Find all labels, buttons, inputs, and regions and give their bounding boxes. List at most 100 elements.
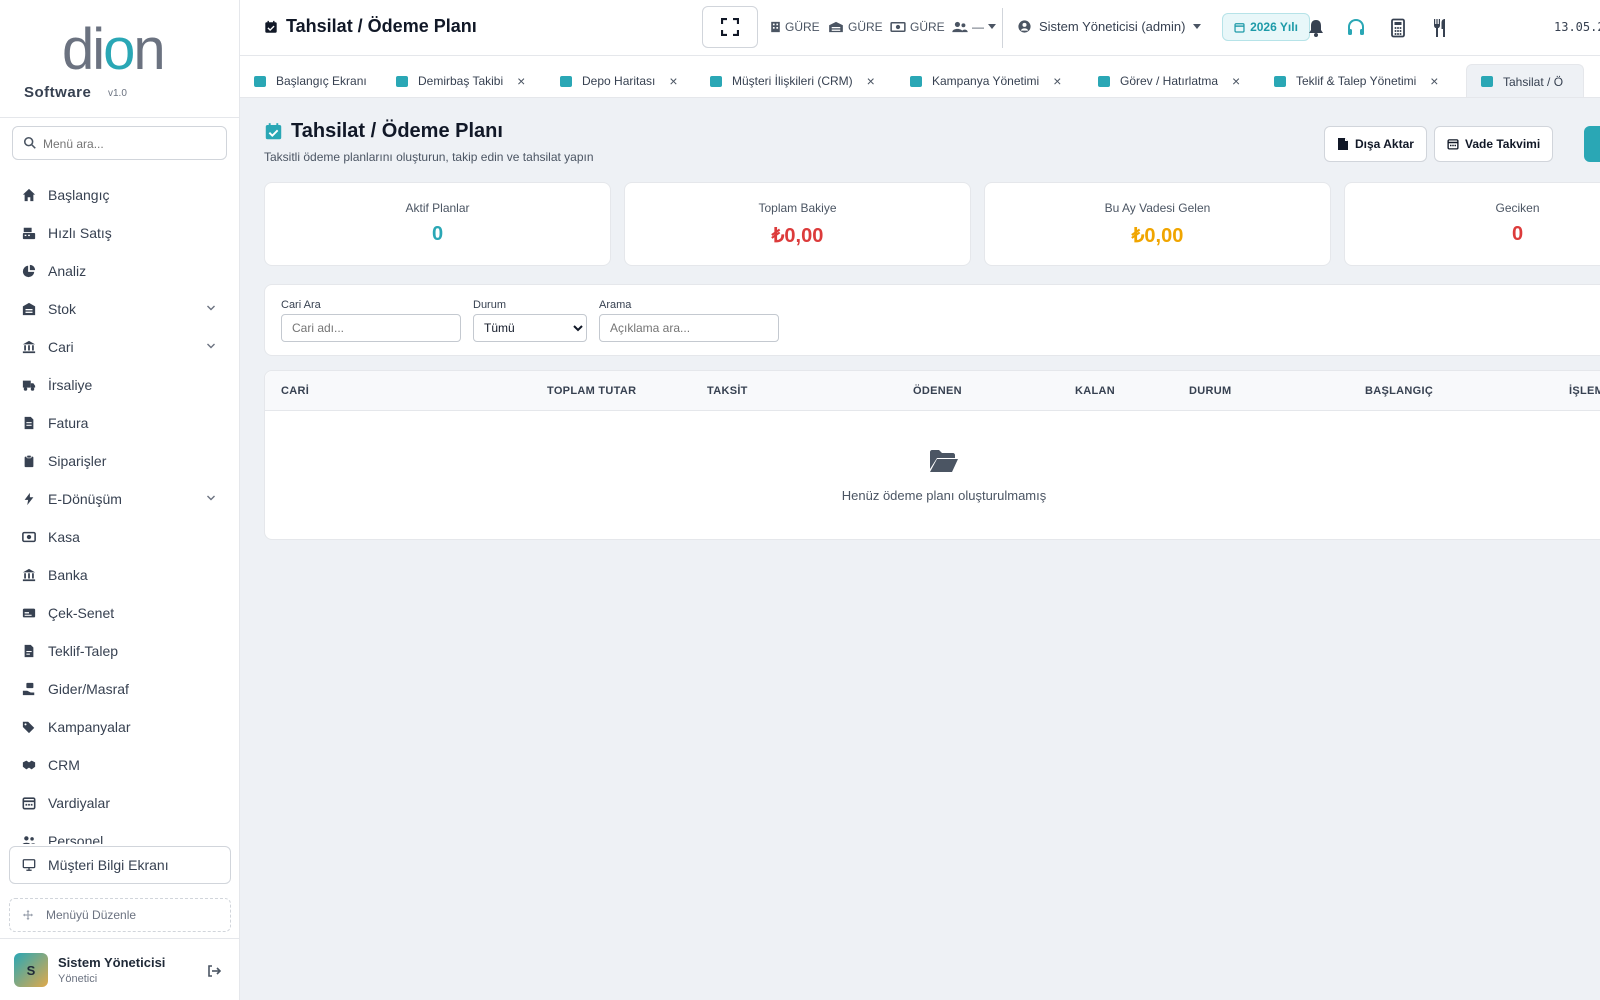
tab-strip: Başlangıç Ekranı Demirbaş Takibi × Depo Har… [240, 56, 1600, 98]
user-menu-label: Sistem Yöneticisi (admin) [1039, 19, 1186, 34]
stat-value: ₺0,00 [1131, 225, 1184, 247]
user-menu[interactable]: Sistem Yöneticisi (admin) [1018, 19, 1209, 34]
sidebar-item-label: Fatura [48, 415, 89, 431]
sidebar-item-analiz[interactable]: Analiz [0, 252, 240, 290]
sidebar-item-i-rsaliye[interactable]: İrsaliye [0, 366, 240, 404]
tab-close-icon[interactable]: × [669, 73, 677, 89]
sidebar-item-siparişler[interactable]: Siparişler [0, 442, 240, 480]
tab-page-icon [1274, 75, 1286, 87]
sidebar-menu: Başlangıç Hızlı Satış Analiz Stok Cari İrsali… [0, 176, 240, 844]
tab-5[interactable]: Görev / Hatırlatma × [1098, 64, 1240, 97]
tags-icon [22, 721, 35, 734]
pie-chart-icon [22, 264, 36, 278]
tab-4[interactable]: Kampanya Yönetimi × [910, 64, 1061, 97]
cash-icon [890, 21, 906, 33]
column-header[interactable]: CARİ [281, 385, 309, 397]
tab-page-icon [910, 75, 922, 87]
search-icon [23, 136, 36, 149]
register-selector[interactable]: GÜRE [890, 20, 945, 34]
calendar-check-icon [265, 20, 277, 33]
tab-1[interactable]: Demirbaş Takibi × [396, 64, 525, 97]
menu-search-input[interactable] [43, 134, 218, 154]
column-header[interactable]: ÖDENEN [913, 385, 962, 397]
sidebar-item-hızlı-satış[interactable]: Hızlı Satış [0, 214, 240, 252]
tab-7[interactable]: Tahsilat / Ö [1466, 64, 1585, 97]
tab-page-icon [1098, 75, 1110, 87]
status-select[interactable]: Tümü [473, 314, 587, 342]
column-header[interactable]: BAŞLANGIÇ [1365, 385, 1433, 397]
sidebar-item-çek-senet[interactable]: Çek-Senet [0, 594, 240, 632]
staff-selector[interactable]: — [952, 20, 1000, 34]
sidebar-item-fatura[interactable]: Fatura [0, 404, 240, 442]
fullscreen-button[interactable] [702, 6, 758, 48]
logo[interactable]: dion Software v1.0 [0, 0, 240, 118]
customer-screen-button[interactable]: Müşteri Bilgi Ekranı [9, 846, 231, 884]
sidebar-item-banka[interactable]: Banka [0, 556, 240, 594]
chevron-down-icon[interactable] [206, 493, 216, 503]
calendar-icon [22, 797, 36, 810]
column-header[interactable]: TOPLAM TUTAR [547, 385, 636, 397]
description-search-input[interactable] [599, 314, 779, 342]
staff-selector-value: — [972, 20, 984, 34]
tab-close-icon[interactable]: × [867, 73, 875, 89]
edit-menu-button[interactable]: Menüyü Düzenle [9, 898, 231, 932]
due-calendar-button[interactable]: Vade Takvimi [1434, 126, 1554, 162]
avatar[interactable]: S [14, 953, 48, 987]
export-button[interactable]: Dışa Aktar [1324, 126, 1427, 162]
user-name: Sistem Yöneticisi [58, 955, 166, 970]
new-plan-button[interactable] [1584, 126, 1600, 162]
warehouse-selector[interactable]: GÜRE [828, 20, 883, 34]
stat-label: Bu Ay Vadesi Gelen [1104, 201, 1211, 215]
column-header[interactable]: İŞLEM [1569, 385, 1600, 397]
tab-close-icon[interactable]: × [1430, 73, 1438, 89]
sidebar-item-label: Siparişler [48, 453, 107, 469]
tab-6[interactable]: Teklif & Talep Yönetimi × [1274, 64, 1438, 97]
version-label: v1.0 [108, 88, 127, 99]
sidebar-item-kasa[interactable]: Kasa [0, 518, 240, 556]
headset-icon[interactable] [1346, 18, 1366, 38]
tab-close-icon[interactable]: × [1053, 73, 1061, 89]
chevron-down-icon[interactable] [206, 341, 216, 351]
sidebar-item-crm[interactable]: CRM [0, 746, 240, 784]
tab-3[interactable]: Müşteri İlişkileri (CRM) × [710, 64, 875, 97]
tab-0[interactable]: Başlangıç Ekranı [254, 64, 367, 97]
table-header: CARİ TOPLAM TUTAR TAKSİT ÖDENEN KALAN DU… [265, 371, 1600, 411]
user-panel: S Sistem Yöneticisi Yönetici [0, 938, 240, 1000]
sidebar-item-vardiyalar[interactable]: Vardiyalar [0, 784, 240, 822]
sidebar-item-personel[interactable]: Personel [0, 822, 240, 844]
stat-value: ₺0,00 [771, 225, 824, 247]
sidebar-item-kampanyalar[interactable]: Kampanyalar [0, 708, 240, 746]
column-header[interactable]: KALAN [1075, 385, 1115, 397]
menu-search[interactable] [12, 126, 227, 160]
column-header[interactable]: DURUM [1189, 385, 1231, 397]
chevron-down-icon[interactable] [206, 303, 216, 313]
payment-plans-table: CARİ TOPLAM TUTAR TAKSİT ÖDENEN KALAN DU… [264, 370, 1600, 540]
bell-icon[interactable] [1306, 18, 1326, 38]
bolt-icon [24, 492, 34, 506]
sidebar-item-label: CRM [48, 757, 80, 773]
warehouse-icon [829, 21, 843, 33]
tab-close-icon[interactable]: × [1232, 73, 1240, 89]
sidebar-item-stok[interactable]: Stok [0, 290, 240, 328]
fiscal-year-badge[interactable]: 2026 Yılı [1222, 13, 1310, 41]
sidebar-item-teklif-talep[interactable]: Teklif-Talep [0, 632, 240, 670]
tab-close-icon[interactable]: × [517, 73, 525, 89]
tab-2[interactable]: Depo Haritası × [560, 64, 678, 97]
column-header[interactable]: TAKSİT [707, 385, 748, 397]
cash-register-icon [22, 227, 36, 240]
cari-search-input[interactable] [281, 314, 461, 342]
sidebar-item-e-dönüşüm[interactable]: E-Dönüşüm [0, 480, 240, 518]
invoice-icon [24, 416, 34, 430]
utensils-icon[interactable] [1430, 18, 1450, 38]
logout-icon[interactable] [206, 963, 222, 979]
sidebar-item-başlangıç[interactable]: Başlangıç [0, 176, 240, 214]
sidebar-item-cari[interactable]: Cari [0, 328, 240, 366]
branch-selector[interactable]: GÜRE [770, 20, 820, 34]
sidebar-item-label: Hızlı Satış [48, 225, 112, 241]
monitor-icon [22, 859, 36, 871]
sidebar-item-gider-masraf[interactable]: Gider/Masraf [0, 670, 240, 708]
brand-name: Software [24, 84, 92, 101]
filter-panel: Cari Ara Durum Tümü Arama [264, 284, 1600, 356]
card-icon [22, 608, 36, 618]
calculator-icon[interactable] [1388, 18, 1408, 38]
